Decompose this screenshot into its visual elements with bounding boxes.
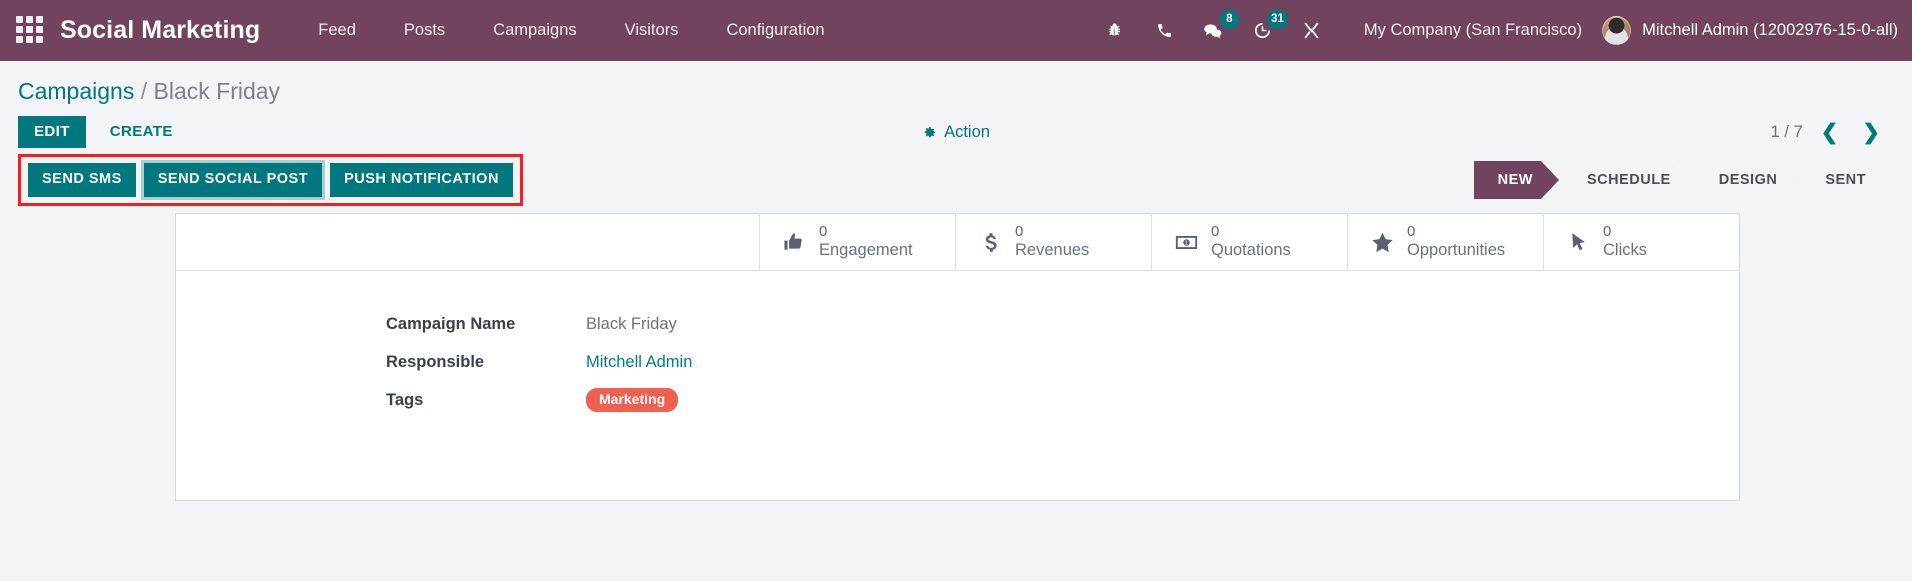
send-sms-button[interactable]: SEND SMS <box>28 163 136 197</box>
breadcrumb-root[interactable]: Campaigns <box>18 78 134 104</box>
stage-schedule[interactable]: SCHEDULE <box>1559 161 1691 199</box>
tools-icon[interactable] <box>1293 12 1330 49</box>
dollar-sign-icon <box>976 231 1004 254</box>
apps-grid-icon[interactable] <box>16 15 46 46</box>
field-label-campaign-name: Campaign Name <box>386 314 516 333</box>
highlighted-action-buttons: SEND SMS SEND SOCIAL POST PUSH NOTIFICAT… <box>18 154 523 206</box>
form-fields: Campaign Name Black Friday Responsible M… <box>176 271 1739 419</box>
menu-item-feed[interactable]: Feed <box>294 0 380 61</box>
tag-marketing[interactable]: Marketing <box>586 387 679 413</box>
field-value-campaign-name[interactable]: Black Friday <box>586 315 677 334</box>
form-sheet: 0 Engagement 0 Revenues 1 0 Quotations 0… <box>175 213 1740 501</box>
stat-button-engagement[interactable]: 0 Engagement <box>759 214 955 270</box>
messages-badge: 8 <box>1219 10 1239 29</box>
breadcrumb-separator: / <box>140 78 148 104</box>
stat-value: 0 <box>1407 223 1416 241</box>
breadcrumb: Campaigns / Black Friday <box>0 61 1912 109</box>
phone-icon[interactable] <box>1146 12 1183 49</box>
menu-item-configuration[interactable]: Configuration <box>702 0 848 61</box>
messages-icon[interactable]: 8 <box>1195 10 1239 49</box>
stat-label: Clicks <box>1603 241 1647 260</box>
main-menu: Feed Posts Campaigns Visitors Configurat… <box>294 0 848 61</box>
stat-value: 0 <box>819 223 828 241</box>
menu-item-visitors[interactable]: Visitors <box>601 0 703 61</box>
menu-item-posts[interactable]: Posts <box>380 0 469 61</box>
pager-next-icon[interactable]: ❯ <box>1856 122 1886 143</box>
stat-label: Revenues <box>1015 241 1090 260</box>
field-value-responsible[interactable]: Mitchell Admin <box>586 353 692 372</box>
navbar-systray: 8 31 My Company (San Francisco) Mitchell… <box>1091 10 1898 49</box>
stat-button-opportunities[interactable]: 0 Opportunities <box>1347 214 1543 270</box>
stage-design[interactable]: DESIGN <box>1691 161 1798 199</box>
user-name-label: Mitchell Admin (12002976-15-0-all) <box>1642 21 1898 39</box>
record-pager: 1 / 7 ❮ ❯ <box>1771 122 1894 143</box>
field-row-campaign-name: Campaign Name Black Friday <box>176 305 1739 343</box>
pager-count: 1 / 7 <box>1770 122 1803 141</box>
company-switcher[interactable]: My Company (San Francisco) <box>1364 21 1582 40</box>
mouse-pointer-icon <box>1564 231 1592 254</box>
bug-icon[interactable] <box>1097 12 1134 49</box>
stage-sent[interactable]: SENT <box>1797 161 1886 199</box>
breadcrumb-current: Black Friday <box>153 78 281 104</box>
create-button[interactable]: CREATE <box>94 116 189 149</box>
stat-label: Engagement <box>819 241 913 260</box>
stat-label: Quotations <box>1211 241 1291 260</box>
form-button-box-row: SEND SMS SEND SOCIAL POST PUSH NOTIFICAT… <box>0 154 1912 206</box>
field-row-responsible: Responsible Mitchell Admin <box>176 343 1739 381</box>
stat-button-revenues[interactable]: 0 Revenues <box>955 214 1151 270</box>
sheet-area: 0 Engagement 0 Revenues 1 0 Quotations 0… <box>0 203 1912 501</box>
stat-button-clicks[interactable]: 0 Clicks <box>1543 214 1739 270</box>
star-icon <box>1368 230 1396 255</box>
action-menu-button[interactable]: Action <box>922 123 990 142</box>
user-menu[interactable]: Mitchell Admin (12002976-15-0-all) <box>1602 16 1898 45</box>
stat-value: 0 <box>1603 223 1612 241</box>
edit-button[interactable]: EDIT <box>18 115 86 149</box>
status-pipeline: NEW SCHEDULE DESIGN SENT <box>1474 161 1894 199</box>
stat-value: 0 <box>1211 223 1220 241</box>
stat-value: 0 <box>1015 223 1024 241</box>
push-notification-button[interactable]: PUSH NOTIFICATION <box>330 163 513 197</box>
svg-text:1: 1 <box>1185 240 1188 246</box>
stat-button-quotations[interactable]: 1 0 Quotations <box>1151 214 1347 270</box>
top-navbar: Social Marketing Feed Posts Campaigns Vi… <box>0 0 1912 61</box>
pager-previous-icon[interactable]: ❮ <box>1815 122 1845 143</box>
avatar <box>1602 16 1632 45</box>
thumbs-up-icon <box>780 231 808 254</box>
money-bill-icon: 1 <box>1172 230 1200 255</box>
field-label-responsible: Responsible <box>386 352 485 371</box>
stat-label: Opportunities <box>1407 241 1506 260</box>
field-row-tags: Tags Marketing <box>176 381 1739 419</box>
send-social-post-button[interactable]: SEND SOCIAL POST <box>140 160 326 200</box>
stat-button-box: 0 Engagement 0 Revenues 1 0 Quotations 0… <box>176 214 1739 271</box>
action-label: Action <box>944 122 990 141</box>
control-panel: EDIT CREATE Action 1 / 7 ❮ ❯ <box>0 109 1912 157</box>
field-label-tags: Tags <box>386 390 424 409</box>
gear-icon <box>924 126 936 137</box>
menu-item-campaigns[interactable]: Campaigns <box>469 0 600 61</box>
stage-new[interactable]: NEW <box>1474 161 1559 199</box>
activities-badge: 31 <box>1267 10 1288 29</box>
app-brand-title[interactable]: Social Marketing <box>60 16 260 45</box>
activities-clock-icon[interactable]: 31 <box>1244 10 1288 49</box>
